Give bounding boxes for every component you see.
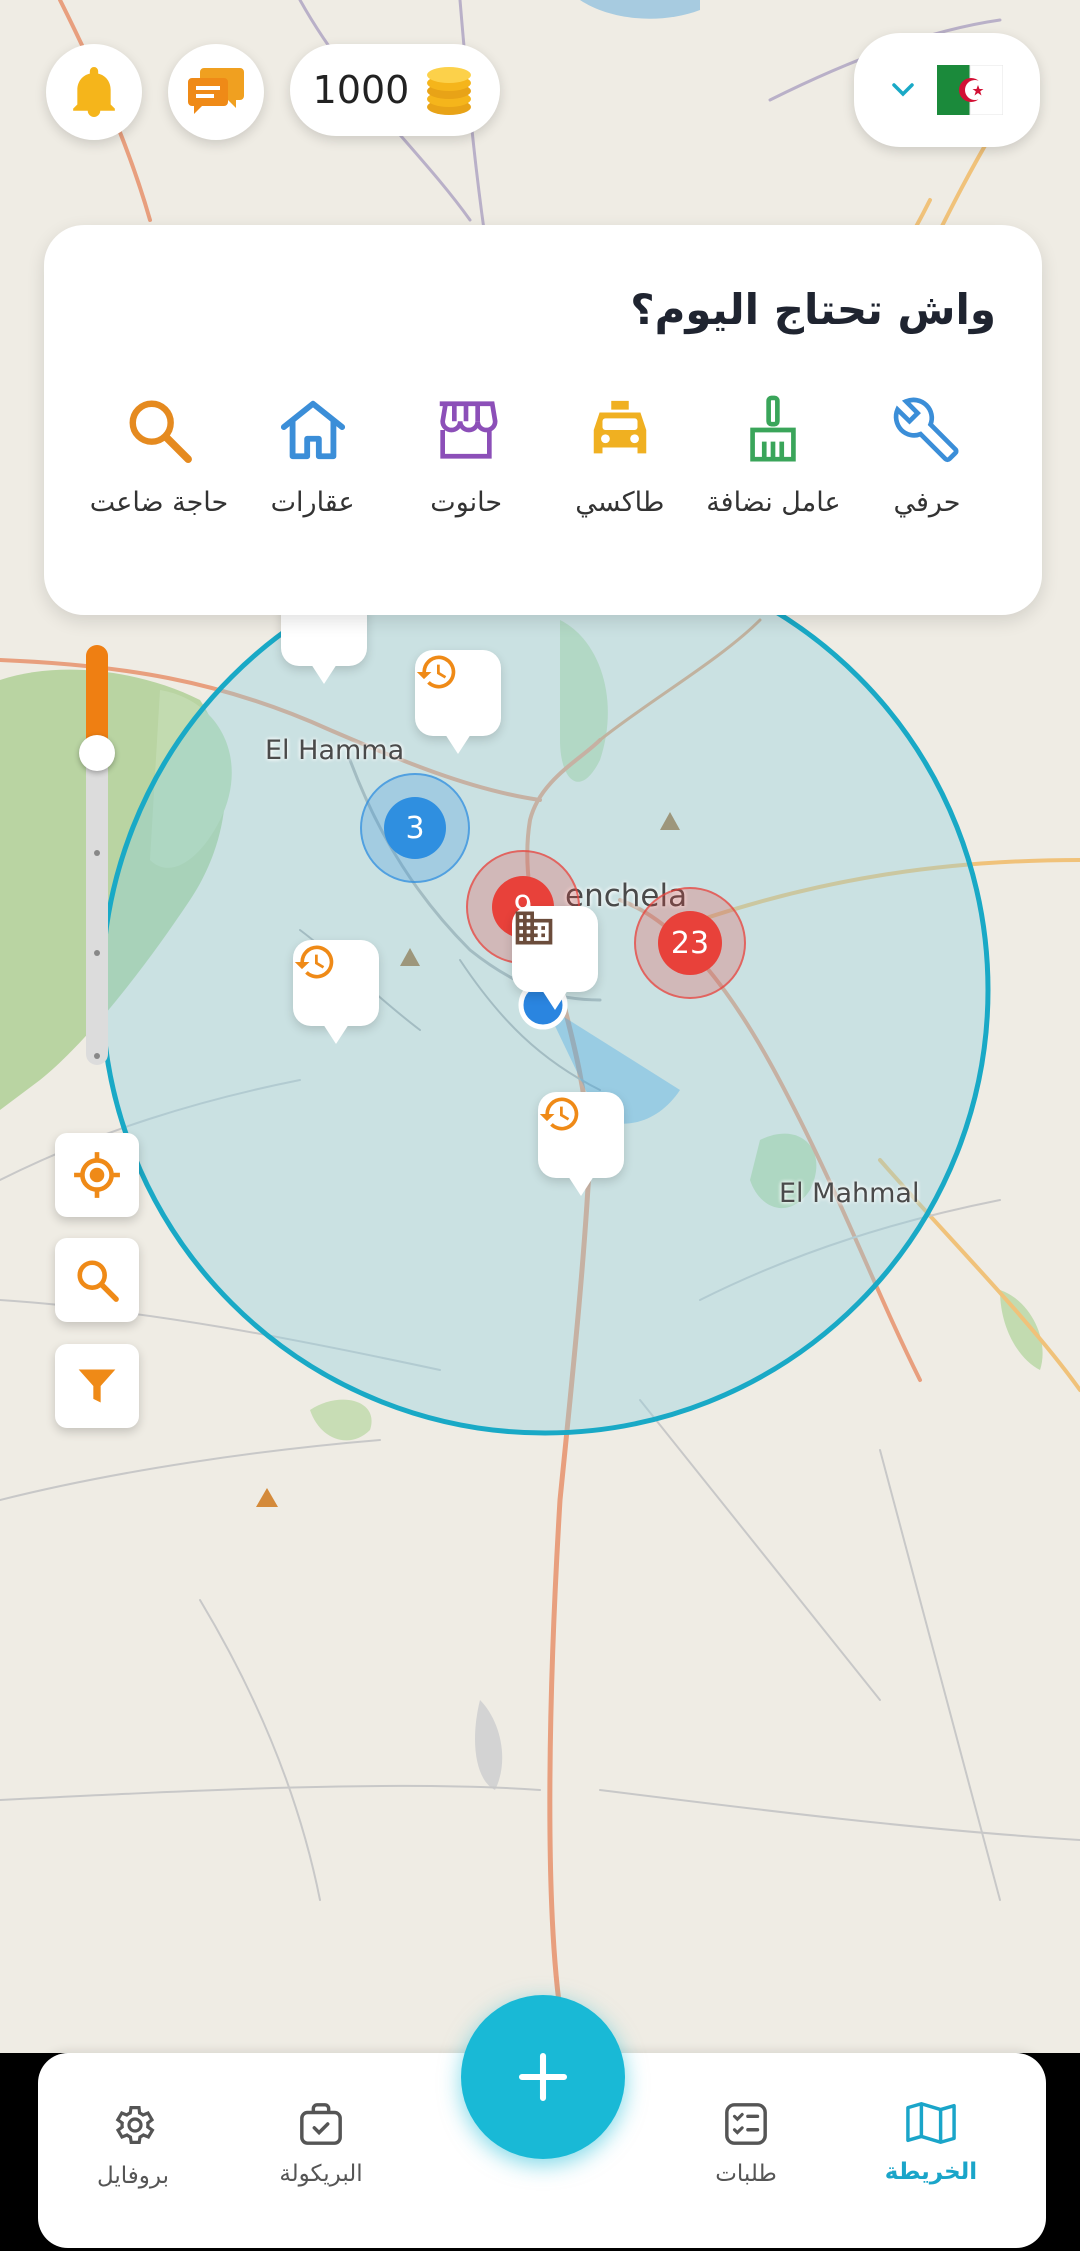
checklist-icon	[725, 2103, 767, 2145]
gear-icon	[115, 2106, 155, 2144]
search-icon	[77, 1260, 119, 1302]
category-label: حانوت	[430, 487, 503, 518]
map-search-button[interactable]	[55, 1238, 139, 1322]
cluster-count: 23	[658, 911, 722, 975]
coins-icon	[427, 67, 472, 115]
briefcase-icon	[300, 2103, 342, 2145]
store-icon	[439, 401, 498, 459]
chat-icon	[188, 68, 244, 114]
broom-icon	[750, 395, 797, 462]
nav-item-requests[interactable]: طلبات	[671, 2101, 821, 2187]
nav-item-map[interactable]: الخريطة	[856, 2101, 1006, 2185]
cluster-marker-blue[interactable]: 3	[360, 773, 470, 883]
nav-item-profile[interactable]: بروفايل	[58, 2101, 208, 2189]
nav-label: بروفايل	[96, 2163, 170, 2189]
building-pin[interactable]	[512, 906, 598, 1010]
locate-me-button[interactable]	[55, 1133, 139, 1217]
zoom-tick	[94, 850, 100, 856]
history-icon	[294, 945, 334, 979]
category-craftsman[interactable]: حرفي	[852, 395, 1002, 518]
search-icon	[129, 400, 192, 463]
category-lost-item[interactable]: حاجة ضاعت	[84, 395, 234, 518]
category-store[interactable]: حانوت	[391, 395, 541, 518]
algeria-flag-icon	[937, 65, 1003, 115]
category-label: عامل نضافة	[706, 487, 841, 518]
coins-balance[interactable]: 1000	[290, 44, 500, 136]
category-real-estate[interactable]: عقارات	[238, 395, 388, 518]
history-pin[interactable]	[538, 1092, 624, 1196]
zoom-tick	[94, 950, 100, 956]
history-icon	[416, 655, 456, 689]
cluster-count: 3	[384, 797, 446, 859]
category-label: عقارات	[270, 487, 355, 518]
wrench-icon	[893, 397, 959, 463]
messages-button[interactable]	[168, 44, 264, 140]
zoom-slider-handle[interactable]	[79, 735, 115, 771]
nav-label: طلبات	[715, 2161, 777, 2187]
taxi-icon	[593, 400, 647, 454]
history-icon	[539, 1097, 579, 1131]
building-icon	[515, 911, 553, 945]
filter-icon	[78, 1369, 116, 1403]
crosshair-icon	[74, 1152, 120, 1198]
category-label: طاكسي	[575, 487, 665, 518]
map-label-el-mahmal: El Mahmal	[779, 1178, 920, 1209]
nav-label: البريكولة	[279, 2161, 363, 2187]
house-icon	[280, 400, 345, 460]
coins-value: 1000	[312, 68, 410, 112]
zoom-slider[interactable]	[79, 645, 115, 1065]
category-label: حاجة ضاعت	[89, 487, 229, 518]
nav-item-jobs[interactable]: البريكولة	[246, 2101, 396, 2187]
bell-icon	[73, 67, 115, 117]
map-icon	[906, 2102, 956, 2144]
cluster-marker-red[interactable]: 23	[634, 887, 746, 999]
history-pin[interactable]	[415, 650, 501, 754]
categories-panel: واش تحتاج اليوم؟ حرفي عامل نضافة طاكسي ح…	[44, 225, 1042, 615]
filter-button[interactable]	[55, 1344, 139, 1428]
history-pin[interactable]	[293, 940, 379, 1044]
plus-icon	[518, 2052, 568, 2102]
country-selector[interactable]	[854, 33, 1040, 147]
zoom-tick	[94, 1053, 100, 1059]
notifications-button[interactable]	[46, 44, 142, 140]
category-cleaner[interactable]: عامل نضافة	[698, 395, 848, 518]
panel-title: واش تحتاج اليوم؟	[630, 285, 996, 334]
chevron-down-icon	[892, 83, 914, 97]
map-label-el-hamma: El Hamma	[265, 735, 405, 766]
category-label: حرفي	[893, 487, 961, 518]
category-taxi[interactable]: طاكسي	[545, 395, 695, 518]
nav-label: الخريطة	[884, 2159, 978, 2185]
add-request-button[interactable]	[461, 1995, 625, 2159]
